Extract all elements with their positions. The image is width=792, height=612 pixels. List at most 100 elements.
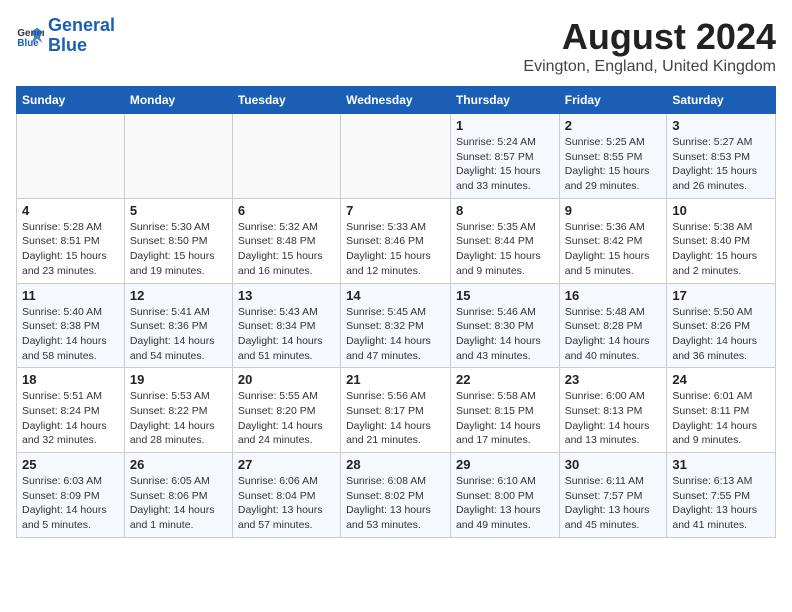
- calendar-cell: 3 Sunrise: 5:27 AM Sunset: 8:53 PM Daylig…: [667, 114, 776, 199]
- day-number: 16: [565, 288, 662, 303]
- day-number: 20: [238, 372, 335, 387]
- day-info: Sunrise: 5:56 AM Sunset: 8:17 PM Dayligh…: [346, 389, 445, 448]
- week-row-2: 4 Sunrise: 5:28 AM Sunset: 8:51 PM Daylig…: [17, 198, 776, 283]
- month-year-title: August 2024: [523, 16, 776, 58]
- header-friday: Friday: [559, 87, 667, 114]
- day-number: 3: [672, 118, 770, 133]
- header-wednesday: Wednesday: [341, 87, 451, 114]
- day-number: 14: [346, 288, 445, 303]
- header-tuesday: Tuesday: [232, 87, 340, 114]
- calendar-cell: 17Sunrise: 5:50 AM Sunset: 8:26 PM Dayli…: [667, 283, 776, 368]
- day-info: Sunrise: 5:48 AM Sunset: 8:28 PM Dayligh…: [565, 305, 662, 364]
- day-number: 29: [456, 457, 554, 472]
- calendar-cell: 15 Sunrise: 5:46 AM Sunset: 8:30 PM Dayli…: [450, 283, 559, 368]
- location-subtitle: Evington, England, United Kingdom: [523, 58, 776, 76]
- day-info: Sunrise: 5:51 AM Sunset: 8:24 PM Dayligh…: [22, 389, 119, 448]
- day-number: 19: [130, 372, 227, 387]
- calendar-cell: 24 Sunrise: 6:01 AM Sunset: 8:11 PM Dayli…: [667, 368, 776, 453]
- day-number: 15: [456, 288, 554, 303]
- day-number: 27: [238, 457, 335, 472]
- day-info: Sunrise: 5:24 AM Sunset: 8:57 PM Dayligh…: [456, 135, 554, 194]
- calendar-cell: 11 Sunrise: 5:40 AM Sunset: 8:38 PM Dayli…: [17, 283, 125, 368]
- day-info: Sunrise: 6:13 AM Sunset: 7:55 PM Dayligh…: [672, 474, 770, 533]
- calendar-body: 1Sunrise: 5:24 AM Sunset: 8:57 PM Daylig…: [17, 114, 776, 538]
- day-number: 22: [456, 372, 554, 387]
- day-number: 13: [238, 288, 335, 303]
- calendar-cell: 12 Sunrise: 5:41 AM Sunset: 8:36 PM Dayli…: [124, 283, 232, 368]
- calendar-cell: 22 Sunrise: 5:58 AM Sunset: 8:15 PM Dayli…: [450, 368, 559, 453]
- day-info: Sunrise: 5:33 AM Sunset: 8:46 PM Dayligh…: [346, 220, 445, 279]
- day-info: Sunrise: 6:06 AM Sunset: 8:04 PM Dayligh…: [238, 474, 335, 533]
- day-info: Sunrise: 5:58 AM Sunset: 8:15 PM Dayligh…: [456, 389, 554, 448]
- day-info: Sunrise: 5:40 AM Sunset: 8:38 PM Dayligh…: [22, 305, 119, 364]
- day-info: Sunrise: 5:35 AM Sunset: 8:44 PM Dayligh…: [456, 220, 554, 279]
- day-info: Sunrise: 5:55 AM Sunset: 8:20 PM Dayligh…: [238, 389, 335, 448]
- day-number: 17: [672, 288, 770, 303]
- calendar-table: SundayMondayTuesdayWednesdayThursdayFrid…: [16, 86, 776, 538]
- calendar-cell: 19 Sunrise: 5:53 AM Sunset: 8:22 PM Dayli…: [124, 368, 232, 453]
- day-info: Sunrise: 5:30 AM Sunset: 8:50 PM Dayligh…: [130, 220, 227, 279]
- calendar-cell: 6Sunrise: 5:32 AM Sunset: 8:48 PM Daylig…: [232, 198, 340, 283]
- header-thursday: Thursday: [450, 87, 559, 114]
- day-number: 28: [346, 457, 445, 472]
- day-number: 24: [672, 372, 770, 387]
- calendar-cell: 18 Sunrise: 5:51 AM Sunset: 8:24 PM Dayli…: [17, 368, 125, 453]
- header-sunday: Sunday: [17, 87, 125, 114]
- calendar-cell: 20 Sunrise: 5:55 AM Sunset: 8:20 PM Dayli…: [232, 368, 340, 453]
- calendar-cell: 31 Sunrise: 6:13 AM Sunset: 7:55 PM Dayli…: [667, 453, 776, 538]
- day-number: 7: [346, 203, 445, 218]
- logo-text: General Blue: [48, 16, 115, 56]
- day-number: 21: [346, 372, 445, 387]
- day-number: 31: [672, 457, 770, 472]
- calendar-cell: 8 Sunrise: 5:35 AM Sunset: 8:44 PM Daylig…: [450, 198, 559, 283]
- calendar-cell: [17, 114, 125, 199]
- day-info: Sunrise: 6:01 AM Sunset: 8:11 PM Dayligh…: [672, 389, 770, 448]
- day-number: 9: [565, 203, 662, 218]
- calendar-header: SundayMondayTuesdayWednesdayThursdayFrid…: [17, 87, 776, 114]
- day-number: 11: [22, 288, 119, 303]
- calendar-cell: 30Sunrise: 6:11 AM Sunset: 7:57 PM Dayli…: [559, 453, 667, 538]
- week-row-1: 1Sunrise: 5:24 AM Sunset: 8:57 PM Daylig…: [17, 114, 776, 199]
- day-number: 5: [130, 203, 227, 218]
- day-info: Sunrise: 6:03 AM Sunset: 8:09 PM Dayligh…: [22, 474, 119, 533]
- day-info: Sunrise: 5:27 AM Sunset: 8:53 PM Dayligh…: [672, 135, 770, 194]
- calendar-cell: 25Sunrise: 6:03 AM Sunset: 8:09 PM Dayli…: [17, 453, 125, 538]
- day-info: Sunrise: 6:00 AM Sunset: 8:13 PM Dayligh…: [565, 389, 662, 448]
- day-number: 6: [238, 203, 335, 218]
- week-row-3: 11 Sunrise: 5:40 AM Sunset: 8:38 PM Dayli…: [17, 283, 776, 368]
- day-info: Sunrise: 5:43 AM Sunset: 8:34 PM Dayligh…: [238, 305, 335, 364]
- day-number: 4: [22, 203, 119, 218]
- page-header: General Blue General Blue August 2024 Ev…: [16, 16, 776, 76]
- calendar-cell: 10Sunrise: 5:38 AM Sunset: 8:40 PM Dayli…: [667, 198, 776, 283]
- day-number: 26: [130, 457, 227, 472]
- calendar-cell: 5 Sunrise: 5:30 AM Sunset: 8:50 PM Daylig…: [124, 198, 232, 283]
- header-row: SundayMondayTuesdayWednesdayThursdayFrid…: [17, 87, 776, 114]
- header-saturday: Saturday: [667, 87, 776, 114]
- calendar-cell: [124, 114, 232, 199]
- header-monday: Monday: [124, 87, 232, 114]
- day-info: Sunrise: 5:45 AM Sunset: 8:32 PM Dayligh…: [346, 305, 445, 364]
- day-info: Sunrise: 5:46 AM Sunset: 8:30 PM Dayligh…: [456, 305, 554, 364]
- calendar-cell: 23 Sunrise: 6:00 AM Sunset: 8:13 PM Dayli…: [559, 368, 667, 453]
- day-number: 12: [130, 288, 227, 303]
- day-info: Sunrise: 5:25 AM Sunset: 8:55 PM Dayligh…: [565, 135, 662, 194]
- day-info: Sunrise: 5:53 AM Sunset: 8:22 PM Dayligh…: [130, 389, 227, 448]
- calendar-cell: 28 Sunrise: 6:08 AM Sunset: 8:02 PM Dayli…: [341, 453, 451, 538]
- day-number: 2: [565, 118, 662, 133]
- day-number: 23: [565, 372, 662, 387]
- title-section: August 2024 Evington, England, United Ki…: [523, 16, 776, 76]
- day-info: Sunrise: 5:36 AM Sunset: 8:42 PM Dayligh…: [565, 220, 662, 279]
- day-number: 18: [22, 372, 119, 387]
- day-number: 8: [456, 203, 554, 218]
- day-number: 10: [672, 203, 770, 218]
- day-info: Sunrise: 5:41 AM Sunset: 8:36 PM Dayligh…: [130, 305, 227, 364]
- calendar-cell: 2 Sunrise: 5:25 AM Sunset: 8:55 PM Daylig…: [559, 114, 667, 199]
- calendar-cell: 7 Sunrise: 5:33 AM Sunset: 8:46 PM Daylig…: [341, 198, 451, 283]
- calendar-cell: 4 Sunrise: 5:28 AM Sunset: 8:51 PM Daylig…: [17, 198, 125, 283]
- calendar-cell: 26Sunrise: 6:05 AM Sunset: 8:06 PM Dayli…: [124, 453, 232, 538]
- calendar-cell: 29Sunrise: 6:10 AM Sunset: 8:00 PM Dayli…: [450, 453, 559, 538]
- calendar-cell: 16 Sunrise: 5:48 AM Sunset: 8:28 PM Dayli…: [559, 283, 667, 368]
- day-info: Sunrise: 5:28 AM Sunset: 8:51 PM Dayligh…: [22, 220, 119, 279]
- day-info: Sunrise: 6:08 AM Sunset: 8:02 PM Dayligh…: [346, 474, 445, 533]
- logo: General Blue General Blue: [16, 16, 115, 56]
